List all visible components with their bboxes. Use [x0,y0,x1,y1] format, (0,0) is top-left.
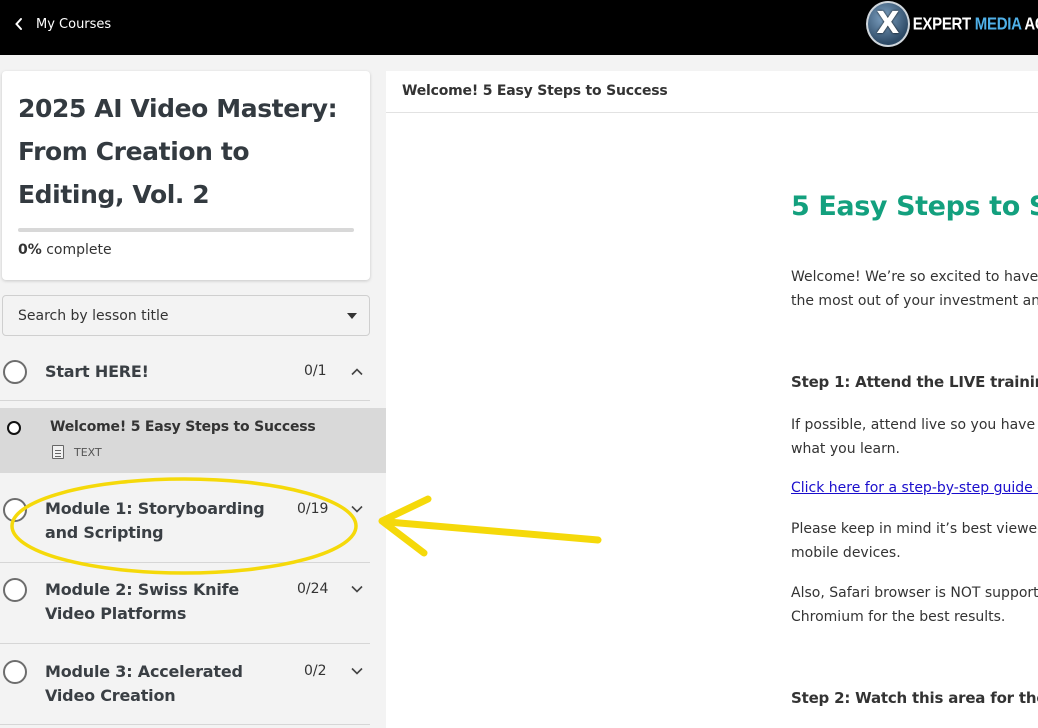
lesson-title: Welcome! 5 Easy Steps to Success [50,419,316,435]
module-1-storyboarding[interactable]: Module 1: Storyboarding and Scripting 0/… [0,490,370,563]
chevron-down-icon[interactable] [349,581,365,597]
lesson-header-title: Welcome! 5 Easy Steps to Success [402,83,668,99]
course-summary-card: 2025 AI Video Mastery: From Creation to … [2,71,370,280]
step-1-heading: Step 1: Attend the LIVE training [791,373,1038,391]
chevron-left-icon [14,17,24,31]
chevron-down-icon[interactable] [349,663,365,679]
lesson-heading: 5 Easy Steps to Su [791,191,1038,222]
module-lesson-count: 0/1 [304,363,327,379]
module-status-circle-icon [3,360,27,384]
lesson-type-label: TEXT [74,445,102,459]
module-title: Start HERE! [45,362,149,381]
module-lesson-count: 0/19 [297,501,329,517]
chevron-down-icon[interactable] [349,501,365,517]
browser-note-line-1: Please keep in mind it’s best viewed o [791,521,1038,537]
lesson-item-active[interactable]: Welcome! 5 Easy Steps to Success TEXT [0,408,386,473]
brand-logo[interactable]: X EXPERT MEDIA ACA [866,1,1038,47]
module-start-here[interactable]: Start HERE! 0/1 [0,356,370,401]
back-to-courses-link[interactable]: My Courses [14,14,111,34]
module-status-circle-icon [3,660,27,684]
lesson-status-circle-icon [7,421,21,435]
module-title: Module 1: Storyboarding and Scripting [45,499,265,542]
module-lesson-count: 0/2 [304,663,327,679]
back-link-label: My Courses [36,16,112,32]
browser-note-line-2: mobile devices. [791,545,901,561]
module-divider [0,400,370,401]
lesson-content-panel: Welcome! 5 Easy Steps to Success 5 Easy … [386,71,1038,728]
step-1-line-1: If possible, attend live so you have the [791,417,1038,433]
intro-line-2: the most out of your investment and [791,293,1038,309]
logo-wordmark: EXPERT MEDIA ACA [912,14,1038,34]
module-divider [0,724,370,725]
module-title: Module 2: Swiss Knife Video Platforms [45,580,240,623]
module-lesson-count: 0/24 [297,581,329,597]
module-status-circle-icon [3,498,27,522]
course-progress-label: 0% complete [18,242,112,258]
chevron-up-icon[interactable] [349,364,365,380]
course-title: 2025 AI Video Mastery: From Creation to … [18,94,338,209]
step-2-heading: Step 2: Watch this area for the r [791,689,1038,707]
text-document-icon [52,445,64,459]
safari-note-line-1: Also, Safari browser is NOT supported [791,585,1038,601]
module-status-circle-icon [3,578,27,602]
course-progress-bar [18,228,354,232]
step-1-line-2: what you learn. [791,441,900,457]
lesson-search-dropdown[interactable]: Search by lesson title [2,295,370,336]
caret-down-icon [347,313,357,319]
module-3-accelerated[interactable]: Module 3: Accelerated Video Creation 0/2 [0,651,370,726]
safari-note-line-2: Chromium for the best results. [791,609,1006,625]
module-title: Module 3: Accelerated Video Creation [45,662,243,705]
lesson-search-placeholder: Search by lesson title [18,307,169,324]
step-by-step-guide-link[interactable]: Click here for a step-by-step guide on [791,480,1038,496]
lesson-header: Welcome! 5 Easy Steps to Success [386,71,1038,113]
module-2-swiss-knife[interactable]: Module 2: Swiss Knife Video Platforms 0/… [0,570,370,644]
top-bar: My Courses X EXPERT MEDIA ACA [0,0,1038,55]
lesson-type: TEXT [52,445,102,459]
intro-line-1: Welcome! We’re so excited to have yo [791,269,1038,285]
module-divider [0,562,370,563]
logo-x-icon: X [866,1,910,47]
module-divider [0,643,370,644]
